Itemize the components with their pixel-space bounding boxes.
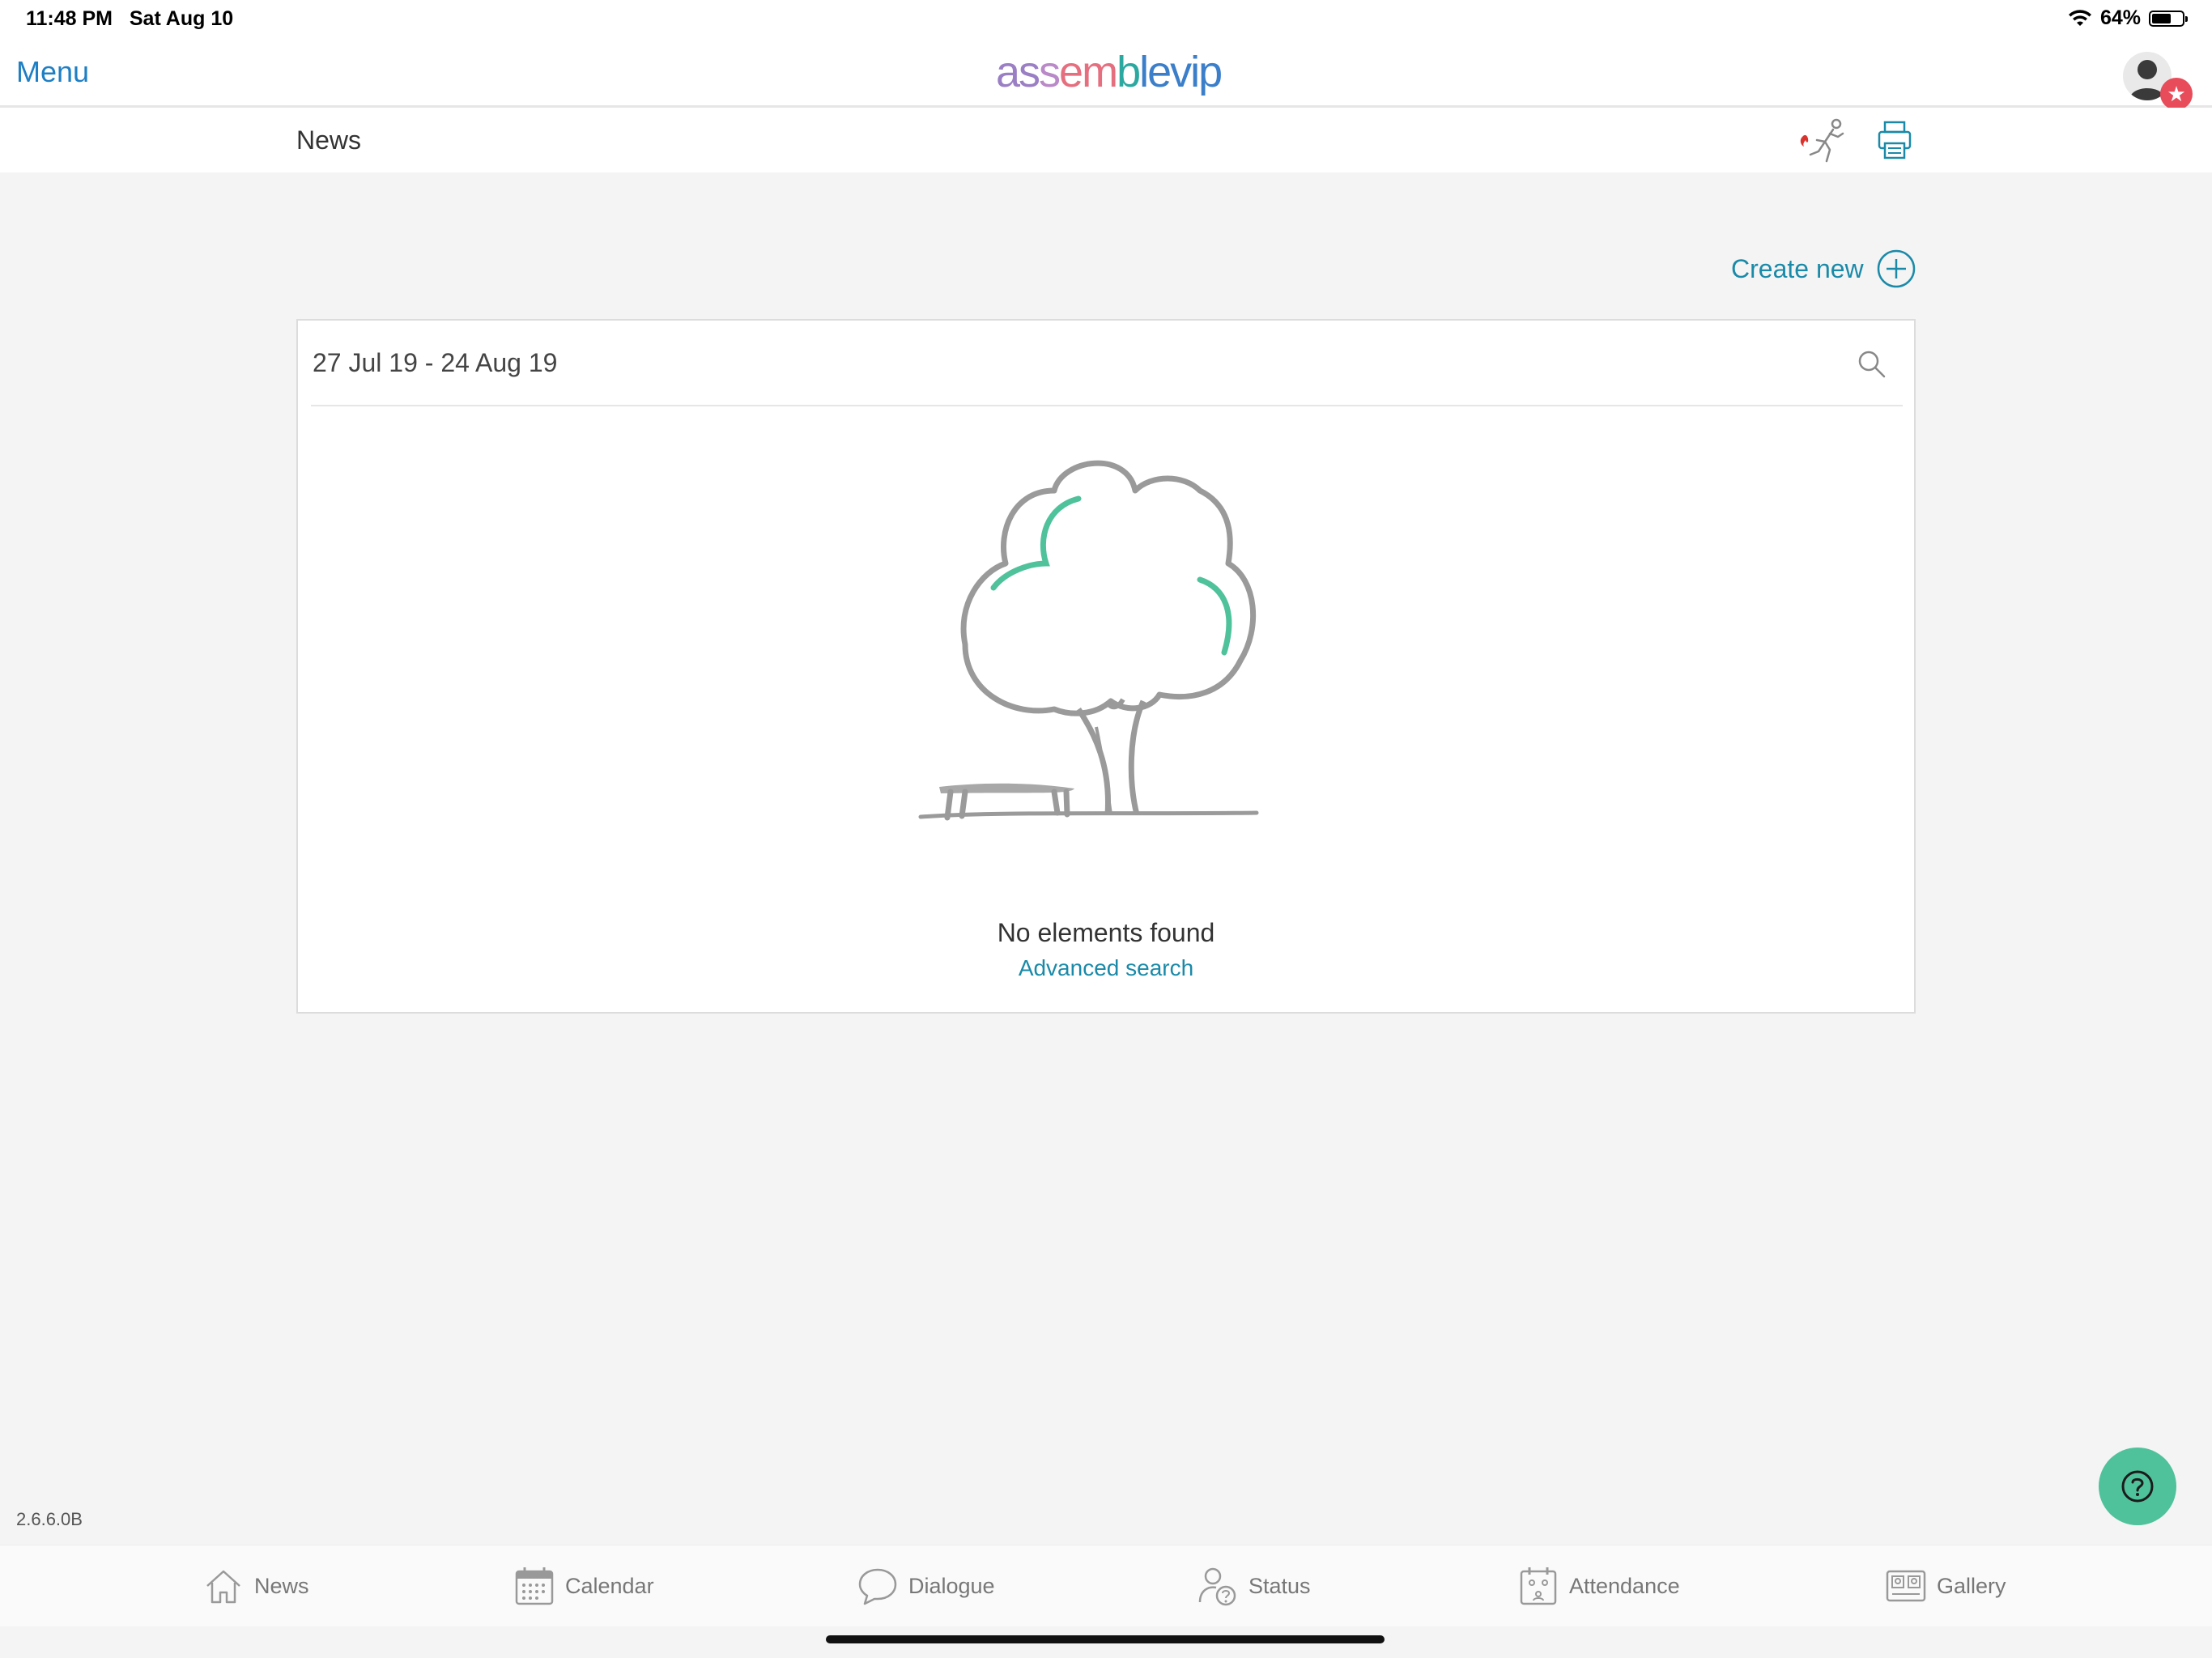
home-icon <box>206 1570 240 1604</box>
logo-letter: s <box>1019 48 1040 96</box>
news-card: 27 Jul 19 - 24 Aug 19 No elements found … <box>296 319 1916 1014</box>
tab-label: Status <box>1249 1573 1311 1598</box>
question-circle-icon <box>2121 1470 2154 1503</box>
search-icon[interactable] <box>1856 348 1888 380</box>
attendance-icon <box>1520 1567 1557 1605</box>
divider <box>311 405 1903 406</box>
logo-letter: v <box>1170 48 1192 96</box>
tab-attendance[interactable]: Attendance <box>1517 1565 1680 1607</box>
create-new-label: Create new <box>1731 253 1864 283</box>
tab-news[interactable]: News <box>202 1565 309 1607</box>
logo-letter: l <box>1139 48 1149 96</box>
logo-letter: a <box>996 48 1020 96</box>
tab-gallery[interactable]: Gallery <box>1885 1565 2006 1607</box>
bottom-tab-bar: News Calendar Dialogue Status Attendance… <box>0 1545 2212 1626</box>
person-question-icon <box>1198 1567 1236 1606</box>
help-button[interactable] <box>2099 1448 2176 1525</box>
logo-letter: i <box>1190 48 1200 96</box>
speech-bubble-icon <box>858 1568 897 1605</box>
wifi-icon <box>2068 9 2091 26</box>
tab-label: Calendar <box>565 1573 654 1598</box>
sub-header: News <box>0 108 2212 172</box>
plus-circle-icon <box>1877 249 1915 288</box>
tab-dialogue[interactable]: Dialogue <box>857 1565 995 1607</box>
logo-letter: p <box>1198 48 1223 96</box>
logo-letter: m <box>1082 48 1118 96</box>
create-new-button[interactable]: Create new <box>1731 249 1916 288</box>
logo-letter: s <box>1039 48 1061 96</box>
battery-percent: 64% <box>2099 6 2141 29</box>
status-bar: 11:48 PM Sat Aug 10 64% <box>0 0 2212 39</box>
tab-label: News <box>254 1573 309 1598</box>
tab-label: Dialogue <box>908 1573 995 1598</box>
empty-state-message: No elements found <box>997 918 1215 947</box>
logo-letter: b <box>1117 48 1141 96</box>
battery-icon <box>2149 10 2188 27</box>
tab-calendar[interactable]: Calendar <box>513 1565 654 1607</box>
logo-letter: e <box>1147 48 1172 96</box>
page-title: News <box>296 125 362 155</box>
advanced-search-link[interactable]: Advanced search <box>298 955 1914 981</box>
app-version: 2.6.6.0B <box>16 1509 83 1529</box>
status-clock: 11:48 PM <box>26 7 113 30</box>
battery-level <box>2152 13 2172 23</box>
tab-label: Gallery <box>1937 1573 2006 1598</box>
print-icon[interactable] <box>1877 119 1912 161</box>
status-date: Sat Aug 10 <box>129 7 234 30</box>
tab-label: Attendance <box>1569 1573 1680 1598</box>
menu-button[interactable]: Menu <box>16 55 89 89</box>
nav-bar: Menu assemblevip ★ <box>0 39 2212 110</box>
fire-drill-icon[interactable] <box>1797 116 1851 164</box>
status-time: 11:48 PM Sat Aug 10 <box>26 7 233 31</box>
notification-badge: ★ <box>2160 78 2193 110</box>
calendar-icon <box>515 1567 554 1605</box>
gallery-icon <box>1886 1570 1926 1602</box>
logo-letter: e <box>1059 48 1083 96</box>
home-indicator[interactable] <box>826 1635 1385 1643</box>
app-logo: assemblevip <box>996 47 1223 97</box>
empty-tree-illustration <box>918 460 1259 821</box>
date-range-filter[interactable]: 27 Jul 19 - 24 Aug 19 <box>313 348 557 378</box>
tab-status[interactable]: Status <box>1197 1565 1311 1607</box>
status-indicators: 64% <box>2068 6 2188 30</box>
